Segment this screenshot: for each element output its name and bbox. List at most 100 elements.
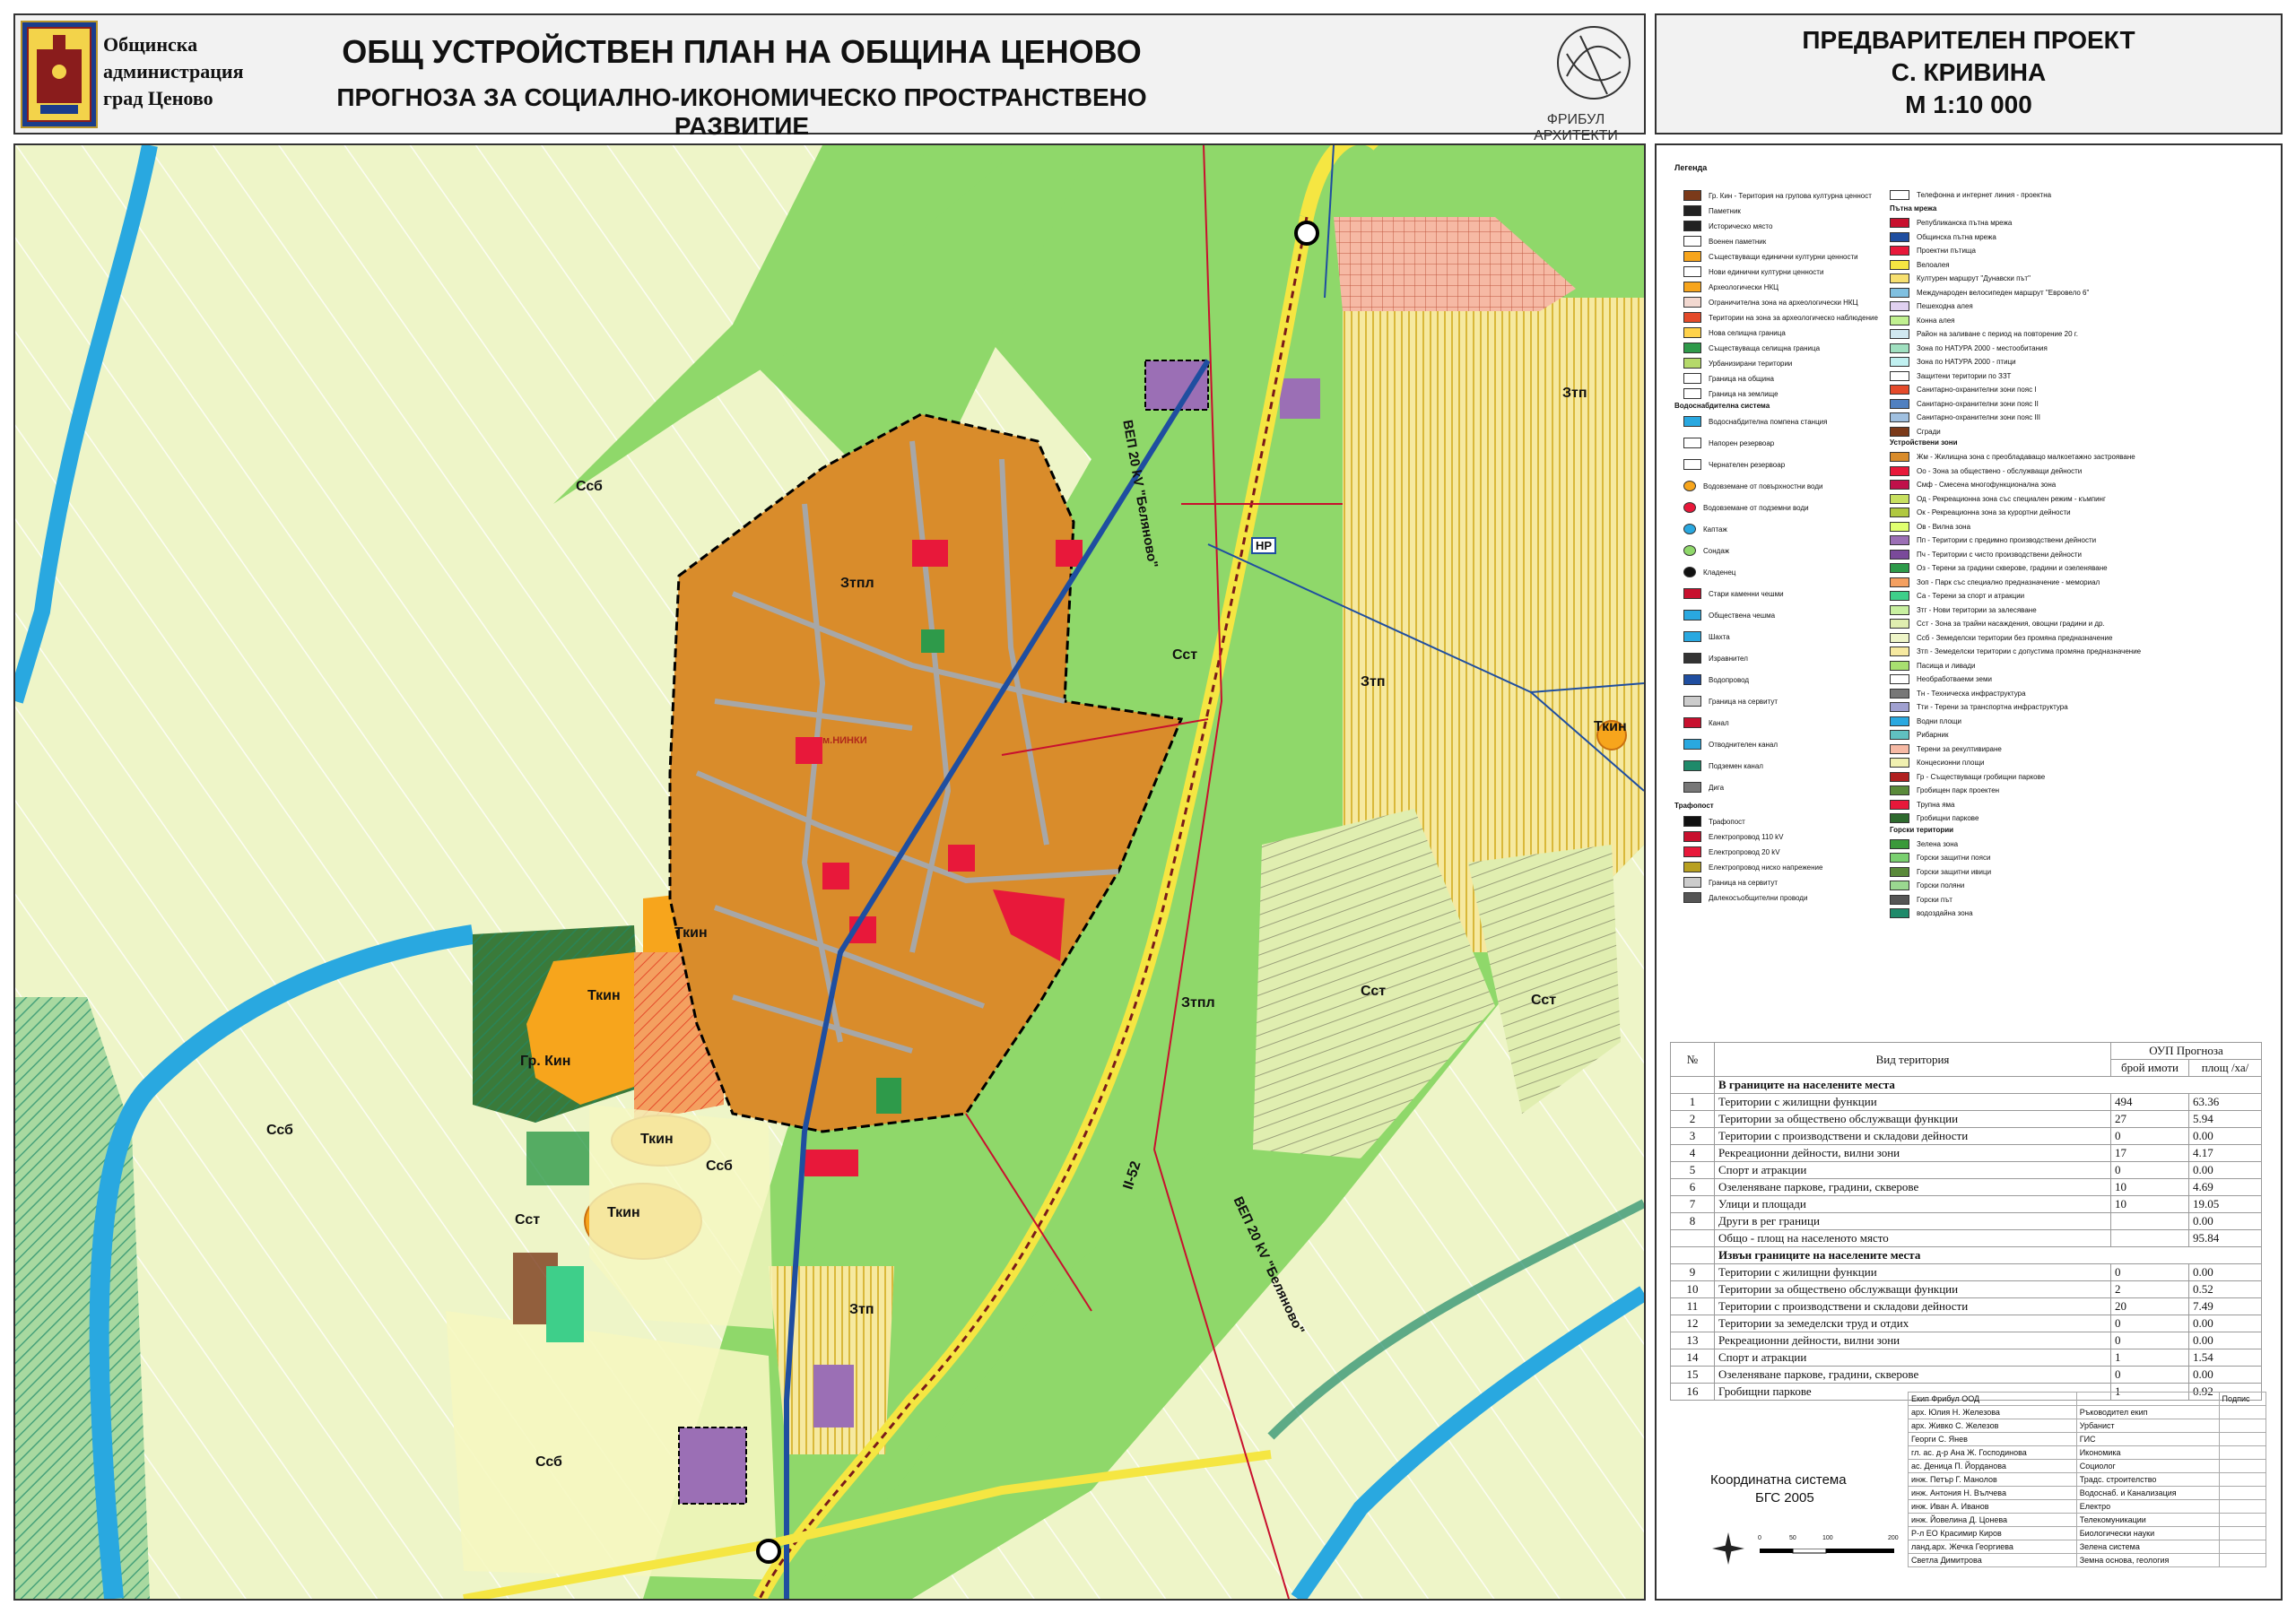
legend-label: Водовземане от повърхностни води <box>1703 482 1823 490</box>
table-cell: 16 <box>1670 1383 1715 1401</box>
table-cell: Биологически науки <box>2075 1526 2220 1540</box>
legend-swatch <box>1683 674 1701 685</box>
table-cell <box>2218 1459 2267 1473</box>
table-row: инж. Иван А. Иванов Електро <box>1908 1499 2267 1514</box>
legend-label: Са - Терени за спорт и атракции <box>1917 592 2025 600</box>
legend-swatch <box>1890 398 1909 409</box>
table-cell <box>2218 1445 2267 1460</box>
legend-swatch <box>1890 329 1909 339</box>
legend-label: Телефонна и интернет линия - проектна <box>1917 191 2052 199</box>
table-cell: Светла Димитрова <box>1908 1553 2077 1567</box>
scale-tick: 200 <box>1888 1535 1899 1541</box>
legend-swatch <box>1683 205 1701 216</box>
legend-item: Гр - Съществуващи гробищни паркове <box>1890 770 2045 784</box>
table-cell: 0 <box>2110 1315 2189 1332</box>
legend-item: Необработваеми земи <box>1890 672 1992 686</box>
table-cell: 0 <box>2110 1366 2189 1384</box>
legend-panel: Легенда Гр. Кин - Територия на групова к… <box>1655 143 2283 1601</box>
legend-swatch <box>1683 545 1696 556</box>
table-cell: 7.49 <box>2188 1297 2262 1315</box>
table-row: 13 Рекреационни дейности, вилни зони 0 0.00 <box>1670 1332 2262 1349</box>
legend-swatch <box>1890 465 1909 476</box>
legend-swatch <box>1683 610 1701 620</box>
map-label-ssb: Ссб <box>706 1158 733 1174</box>
legend-label: Трупна яма <box>1917 800 1955 809</box>
legend-swatch <box>1683 297 1701 308</box>
legend-label: Паметник <box>1709 206 1741 215</box>
legend-label: Територии на зона за археологическо набл… <box>1709 313 1878 322</box>
table-cell <box>2218 1472 2267 1487</box>
legend-item: Рибарник <box>1890 728 1949 742</box>
title-block: Общинска администрация град Ценово ОБЩ У… <box>13 13 1646 143</box>
legend-item: Зона по НАТУРА 2000 - местообитания <box>1890 342 2048 355</box>
legend-swatch <box>1890 604 1909 615</box>
legend-label: Жм - Жилищна зона с преобладаващо малкое… <box>1917 453 2135 461</box>
legend-label: Зелена зона <box>1917 839 1959 848</box>
table-header-count: брой имоти <box>2110 1059 2189 1077</box>
legend-label: Нови единични културни ценности <box>1709 267 1824 276</box>
coordinate-system-line-1: Координатна система <box>1710 1472 1847 1488</box>
legend-label: Изравнител <box>1709 654 1748 663</box>
table-cell: 0 <box>2110 1263 2189 1281</box>
legend-item: Водни площи <box>1890 715 1961 728</box>
scale-bar <box>1760 1544 1894 1554</box>
legend-label: Военен паметник <box>1709 237 1767 246</box>
legend-item: Гробищен парк проектен <box>1890 784 1999 797</box>
legend-item: Терени за рекултивиране <box>1890 742 2002 756</box>
legend-swatch <box>1890 426 1909 437</box>
legend-item: Санитарно-охранителни зони пояс III <box>1890 411 2040 424</box>
legend-item: Тн - Техническа инфраструктура <box>1890 687 2026 700</box>
legend-item: Проектни пътища <box>1890 244 1976 257</box>
table-cell: арх. Живко С. Железов <box>1908 1419 2077 1433</box>
map-label-gr-kin: Гр. Кин <box>520 1054 571 1069</box>
legend-item: Отводнителен канал <box>1683 737 1778 751</box>
legend-swatch <box>1890 301 1909 311</box>
legend-item: Конна алея <box>1890 314 1955 327</box>
legend-label: Съществуващи единични културни ценности <box>1709 252 1858 261</box>
table-cell: 3 <box>1670 1127 1715 1145</box>
map-panel[interactable]: Ссб Ссб Ссб Ссб Зтп Зтп Зтп Зтпл Зтпл Сс… <box>13 143 1646 1601</box>
legend-item: Чернателен резервоар <box>1683 457 1785 472</box>
legend-label: Граница на сервитут <box>1709 878 1779 887</box>
table-cell <box>2110 1229 2189 1247</box>
legend-swatch <box>1683 266 1701 277</box>
legend-swatch <box>1683 892 1701 903</box>
legend-item: Санитарно-охранителни зони пояс II <box>1890 397 2039 411</box>
table-cell: Други в рег граници <box>1714 1212 2111 1230</box>
table-row: 8 Други в рег граници 0.00 <box>1670 1212 2262 1230</box>
legend-label: водоздайна зона <box>1917 909 1973 917</box>
table-cell: 14 <box>1670 1349 1715 1367</box>
legend-label: Историческо място <box>1709 221 1773 230</box>
legend-swatch <box>1890 838 1909 849</box>
map-label-ztp: Зтп <box>849 1302 874 1317</box>
legend-swatch <box>1890 218 1909 228</box>
table-cell: 0 <box>2110 1332 2189 1349</box>
coordinate-system-line-2: БГС 2005 <box>1755 1490 1814 1506</box>
legend-label: Тн - Техническа инфраструктура <box>1917 689 2026 698</box>
legend-swatch <box>1890 452 1909 462</box>
legend-swatch <box>1683 588 1701 599</box>
table-cell: 0.00 <box>2188 1212 2262 1230</box>
legend-label: Дига <box>1709 783 1725 792</box>
legend-label: Граница на сервитут <box>1709 697 1779 706</box>
legend-item: Зона по НАТУРА 2000 - птици <box>1890 355 2016 369</box>
legend-swatch <box>1683 358 1701 369</box>
table-cell: 95.84 <box>2188 1229 2262 1247</box>
scale-tick: 100 <box>1822 1535 1833 1541</box>
legend-item: Од - Рекреационна зона със специален реж… <box>1890 492 2106 506</box>
legend-item: Ов - Вилна зона <box>1890 520 1970 534</box>
map-label-tkin: Ткин <box>607 1205 640 1220</box>
legend-item: Каптаж <box>1683 522 1727 536</box>
legend-swatch <box>1890 813 1909 823</box>
legend-item: Граница на община <box>1683 371 1774 386</box>
legend-label: Санитарно-охранителни зони пояс III <box>1917 413 2041 421</box>
legend-label: Гробищни паркове <box>1917 814 1979 822</box>
legend-swatch <box>1890 508 1909 517</box>
table-cell <box>2218 1553 2267 1567</box>
legend-label: Шахта <box>1709 632 1730 641</box>
legend-item: Горски защитни ивици <box>1890 865 1991 879</box>
legend-item: Санитарно-охранителни зони пояс I <box>1890 383 2037 396</box>
legend-item: Електропровод 110 kV <box>1683 829 1783 844</box>
np-reservoir-label[interactable]: НР <box>1251 537 1277 554</box>
legend-swatch <box>1890 866 1909 877</box>
